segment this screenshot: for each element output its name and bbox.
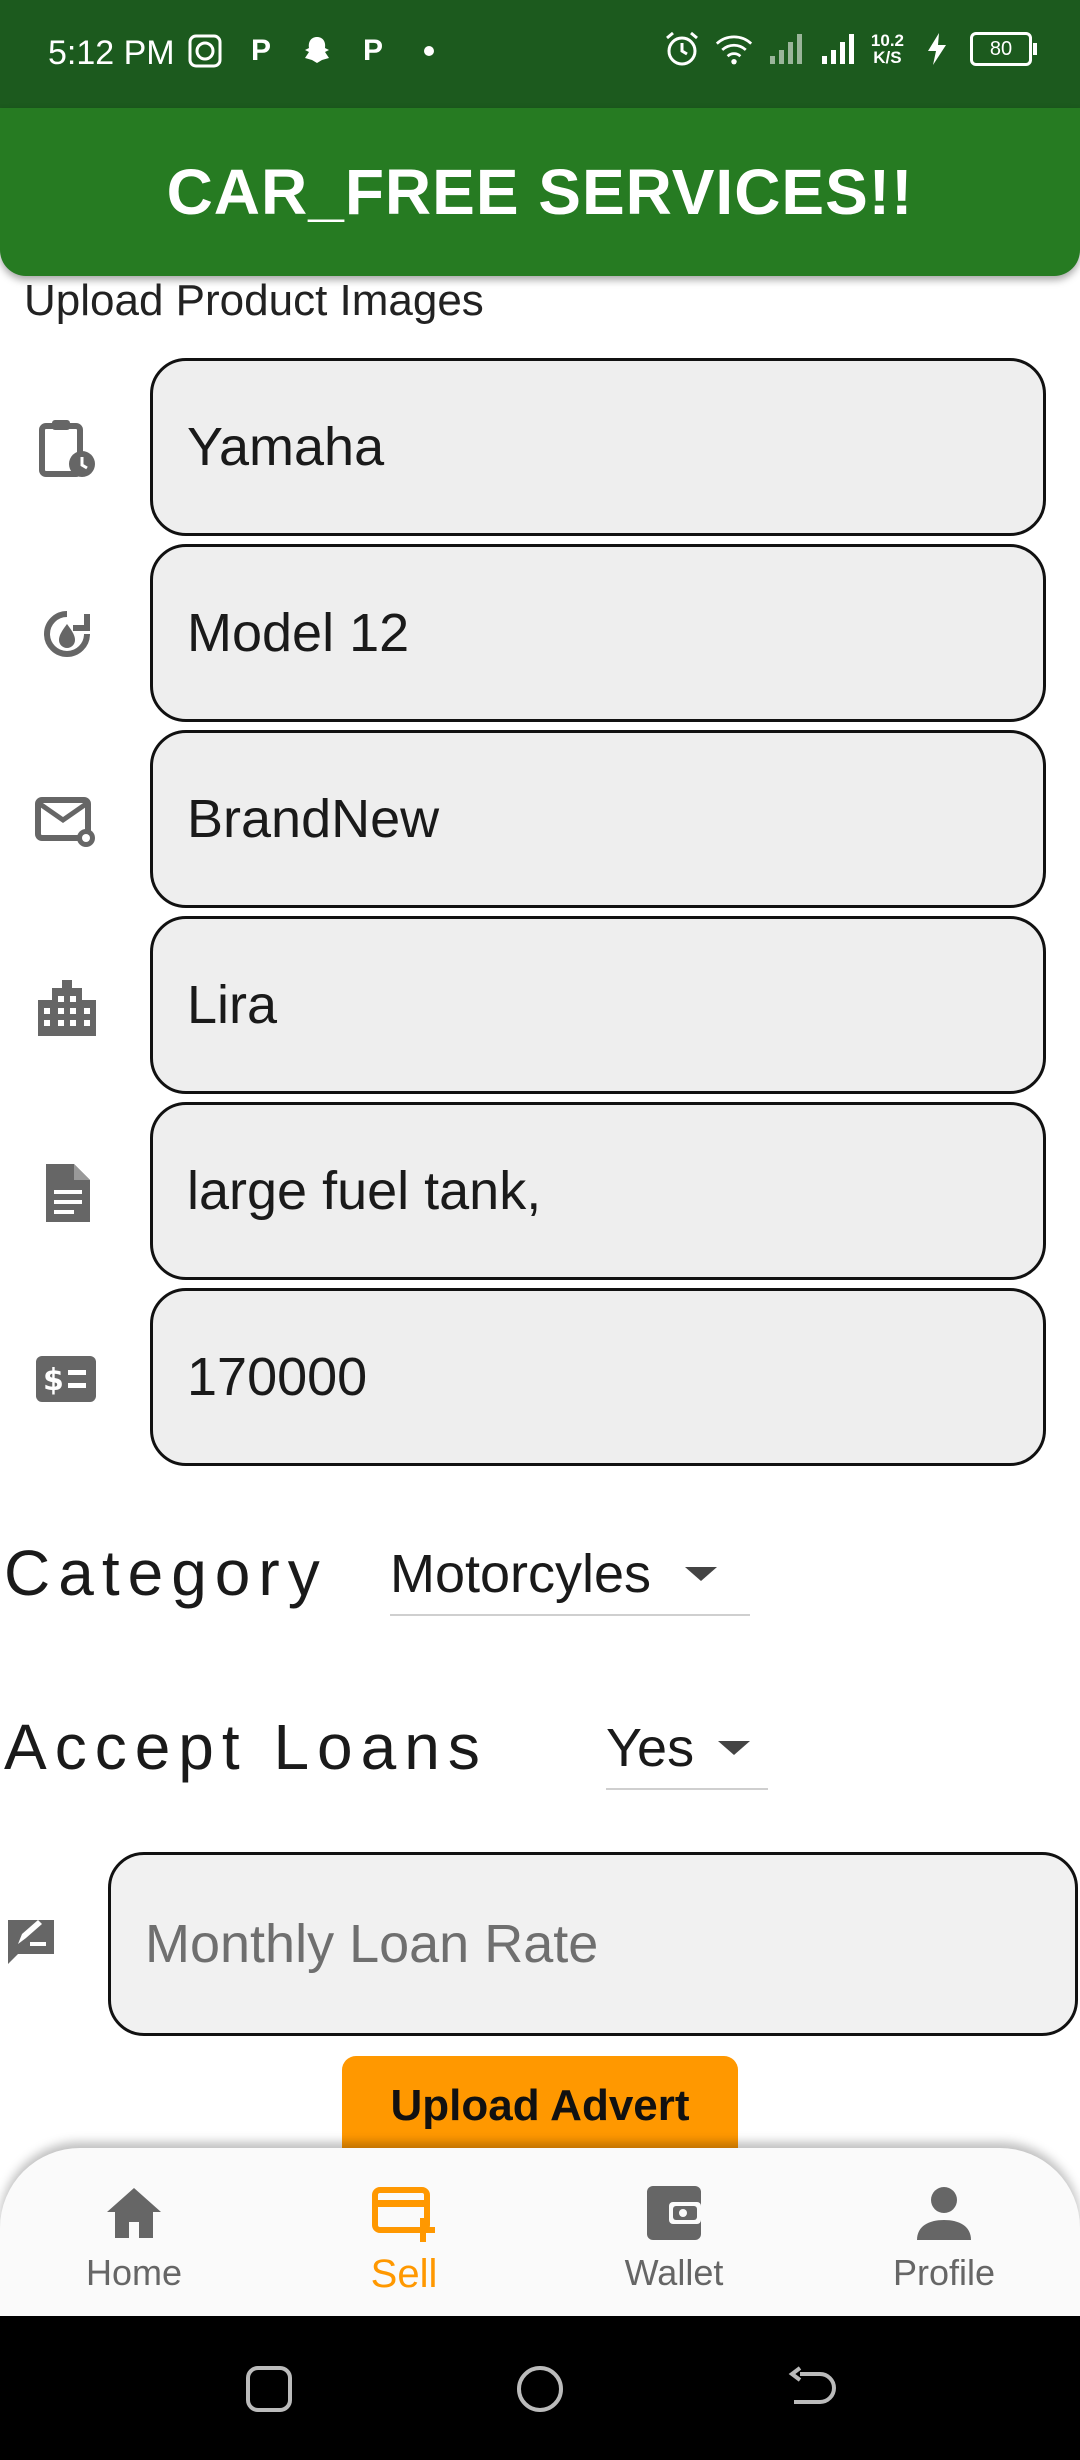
alarm-icon [663, 28, 701, 70]
nav-profile[interactable]: Profile [844, 2180, 1044, 2300]
brand-input-box[interactable] [150, 358, 1046, 536]
signal-icon [819, 28, 857, 70]
nav-wallet-label: Wallet [624, 2252, 724, 2293]
system-status-icons: 10.2 K/S 80 [663, 28, 1037, 70]
description-input[interactable] [153, 1105, 1043, 1277]
description-field-row [0, 1102, 1080, 1288]
charging-icon [918, 28, 956, 70]
p-icon: P [250, 34, 271, 67]
home-button-icon[interactable] [513, 2362, 567, 2416]
whatsapp-icon [186, 30, 224, 72]
caret-down-icon [718, 1741, 751, 1755]
condition-input[interactable] [153, 733, 1043, 905]
nav-home[interactable]: Home [34, 2180, 234, 2300]
model-input[interactable] [153, 547, 1043, 719]
p-icon: P [362, 34, 383, 67]
price-field-row: $ [0, 1288, 1080, 1474]
model-field-row [0, 544, 1080, 730]
mail-lock-icon [34, 788, 100, 854]
status-bar: 5:12 PM P P 10.2 K/S 80 [0, 0, 1080, 108]
price-input-box[interactable] [150, 1288, 1046, 1466]
recent-apps-icon[interactable] [242, 2362, 296, 2416]
monthly-loan-rate-box[interactable] [108, 1852, 1078, 2036]
status-time: 5:12 PM [48, 34, 175, 72]
city-icon [34, 974, 100, 1040]
add-card-icon [372, 2187, 435, 2242]
condition-input-box[interactable] [150, 730, 1046, 908]
caret-down-icon [685, 1567, 718, 1581]
location-input[interactable] [153, 919, 1043, 1091]
category-dropdown[interactable]: Motorcyles [390, 1534, 750, 1616]
bottom-navigation: Home Sell Wallet Profile [0, 2148, 1080, 2316]
price-input[interactable] [153, 1291, 1043, 1463]
dot-icon [410, 30, 448, 72]
rate-review-icon [4, 1914, 58, 1968]
profile-icon [917, 2187, 971, 2240]
svg-text:$: $ [43, 1363, 64, 1398]
notification-icons: P P [186, 30, 448, 72]
nav-wallet[interactable]: Wallet [574, 2180, 774, 2300]
nav-home-label: Home [85, 2252, 183, 2293]
page-title: CAR_FREE SERVICES!! [166, 156, 914, 228]
ambient-lift-icon [34, 602, 100, 668]
nav-sell-label: Sell [370, 2252, 438, 2296]
nav-sell[interactable]: Sell [304, 2180, 504, 2300]
clipboard-clock-icon [34, 416, 100, 482]
category-selected: Motorcyles [390, 1544, 652, 1604]
description-input-box[interactable] [150, 1102, 1046, 1280]
battery-icon: 80 [970, 32, 1037, 66]
brand-input[interactable] [153, 361, 1043, 533]
signal-icon [767, 28, 805, 70]
network-speed: 10.2 K/S [871, 32, 904, 66]
accept-loans-selected: Yes [606, 1718, 695, 1778]
category-label: Category [4, 1537, 328, 1609]
brand-field-row [0, 358, 1080, 544]
wifi-icon [715, 28, 753, 70]
net-speed-unit: K/S [873, 48, 902, 67]
location-input-box[interactable] [150, 916, 1046, 1094]
wallet-icon [647, 2186, 701, 2240]
nav-profile-label: Profile [892, 2252, 996, 2293]
back-icon[interactable] [784, 2362, 838, 2416]
snapchat-icon [298, 30, 336, 72]
accept-loans-dropdown[interactable]: Yes [606, 1708, 768, 1790]
condition-field-row [0, 730, 1080, 916]
upload-advert-button[interactable]: Upload Advert [342, 2056, 738, 2156]
location-field-row [0, 916, 1080, 1102]
monthly-loan-rate-row [0, 1852, 1080, 2038]
document-icon [34, 1160, 100, 1226]
model-input-box[interactable] [150, 544, 1046, 722]
app-bar: CAR_FREE SERVICES!! [0, 108, 1080, 276]
home-icon [107, 2188, 161, 2238]
upload-product-images-link[interactable]: Upload Product Images [24, 276, 484, 326]
monthly-loan-rate-input[interactable] [111, 1855, 1075, 2033]
system-navigation-bar [0, 2316, 1080, 2460]
accept-loans-label: Accept Loans [4, 1711, 488, 1783]
price-tag-icon: $ [34, 1346, 100, 1412]
